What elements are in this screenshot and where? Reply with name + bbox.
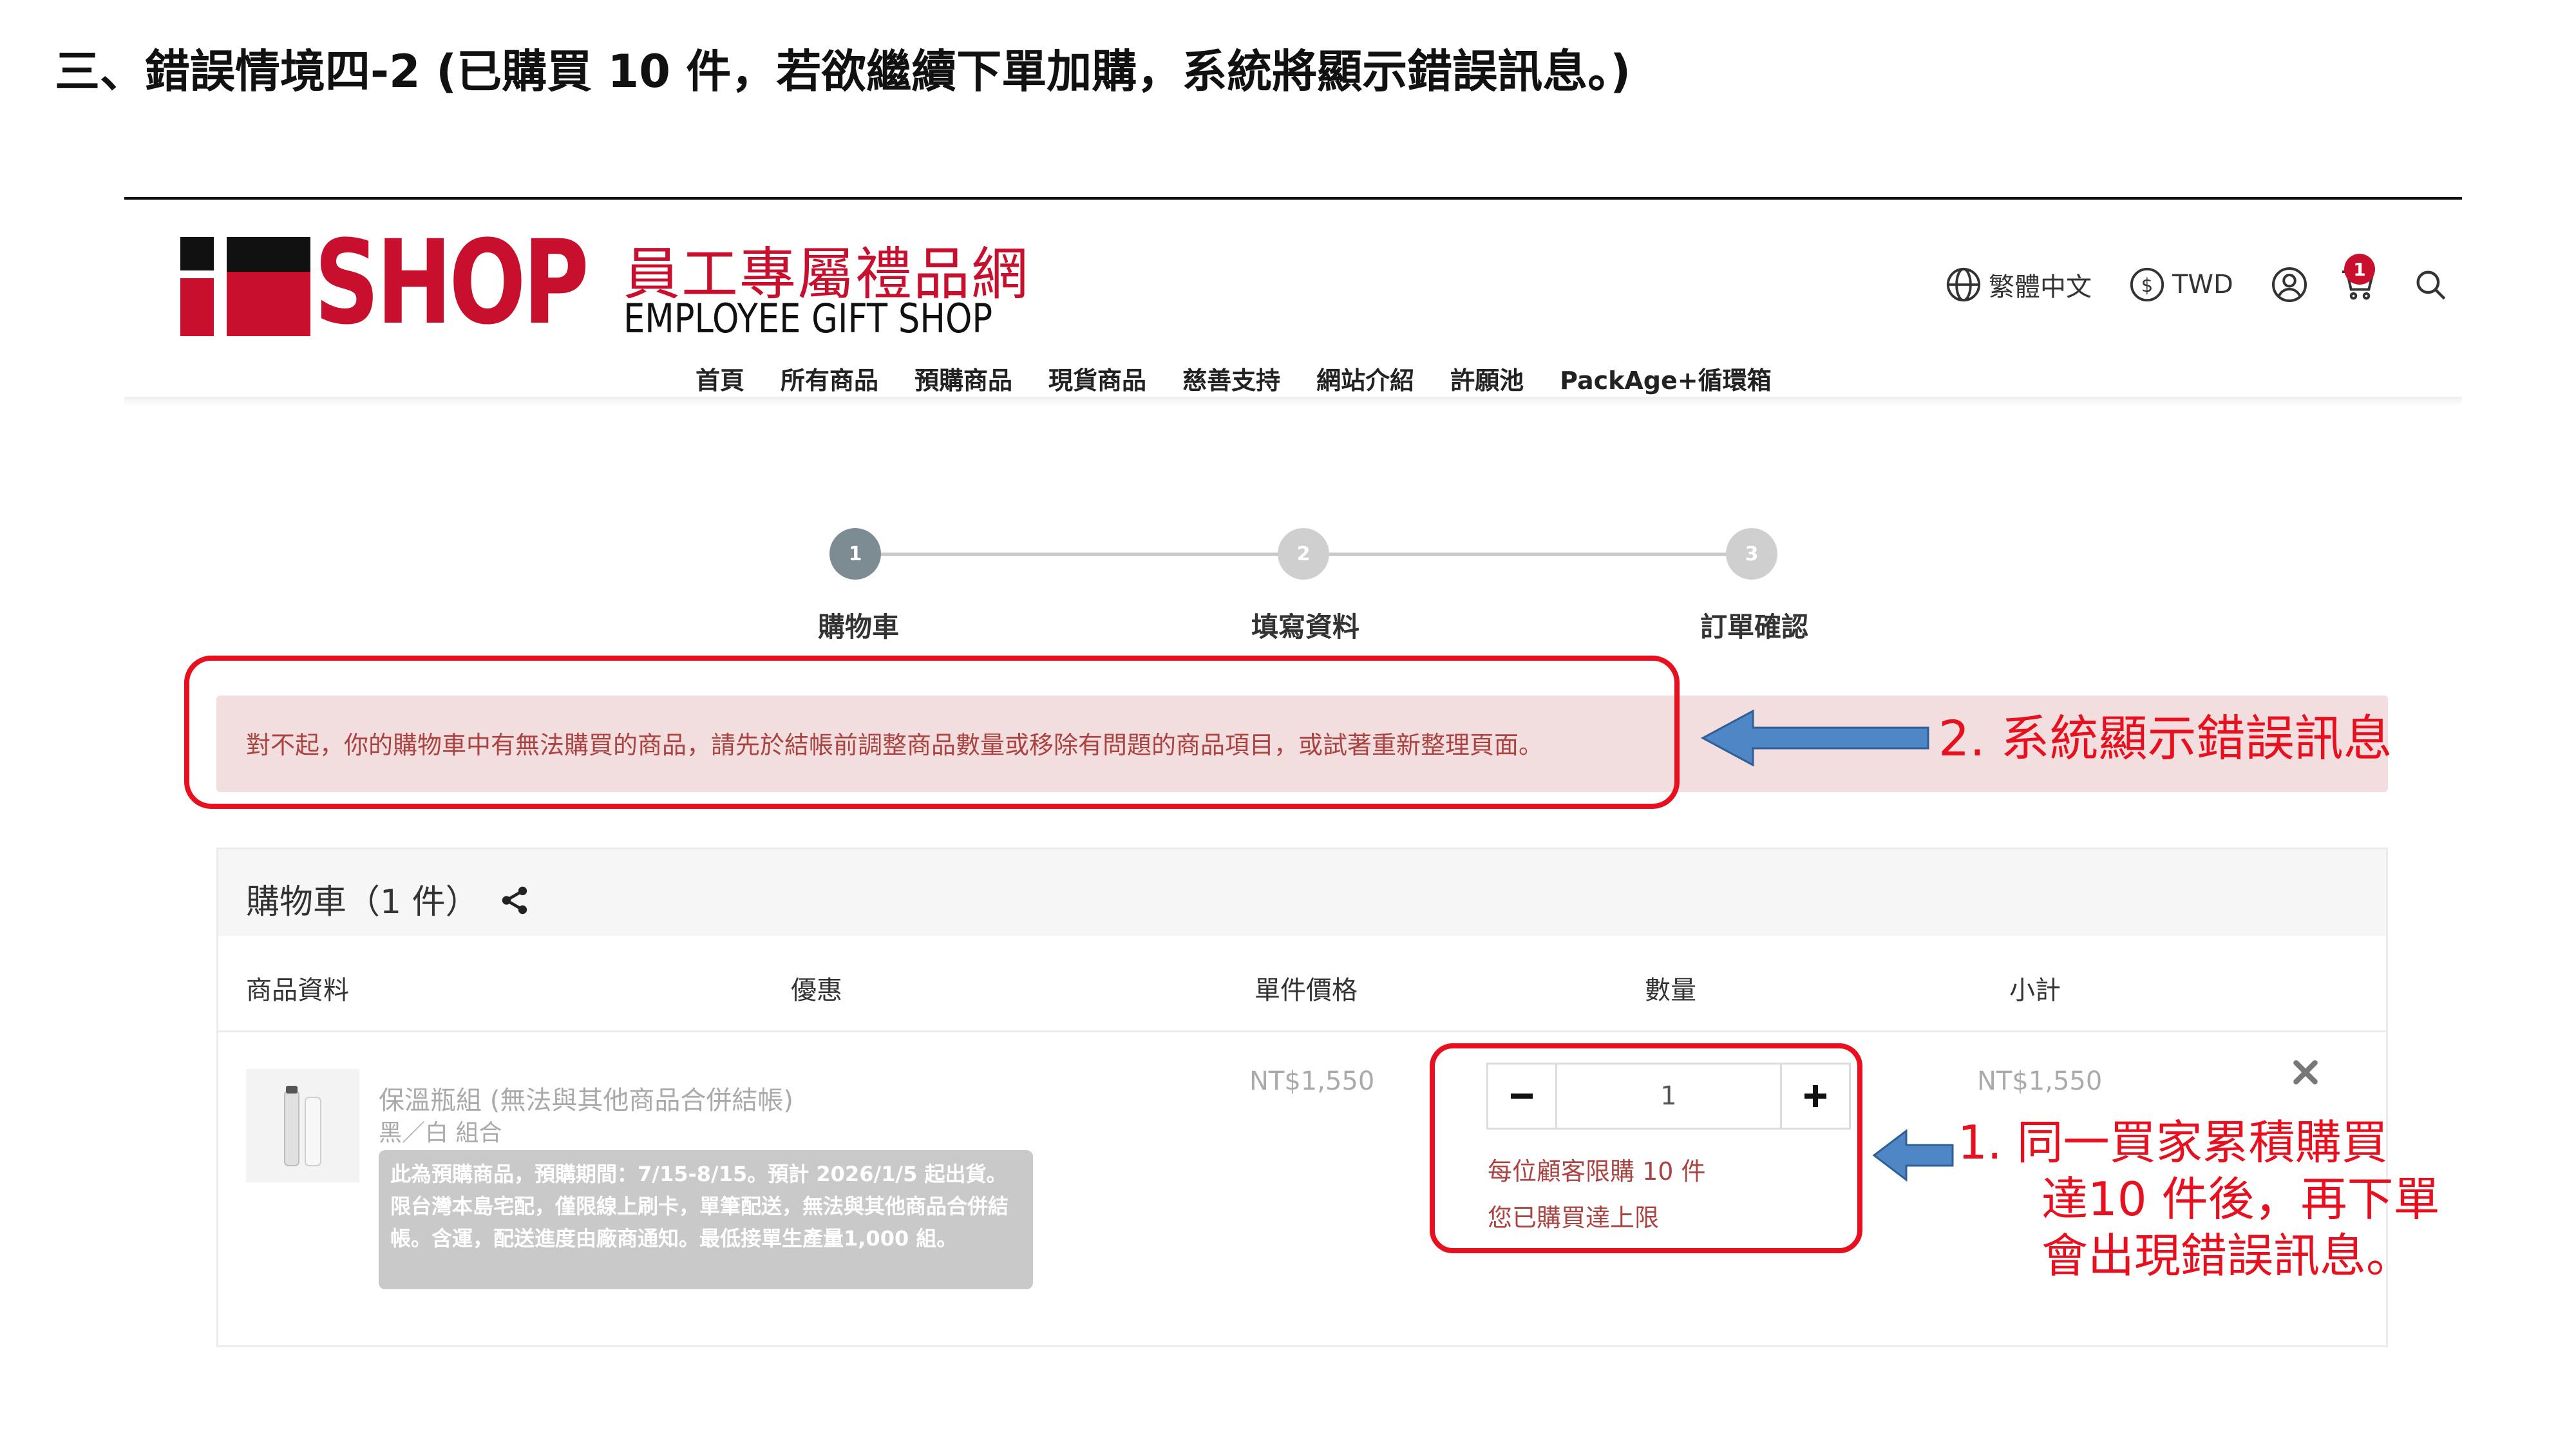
logo-brand-text[interactable]: SHOP (314, 225, 589, 341)
annotation-1-line-2: 達10 件後，再下單 (2041, 1172, 2440, 1226)
logo-i-dot (180, 237, 214, 270)
nav-item-all-products[interactable]: 所有商品 (781, 361, 878, 396)
product-variant: 黑／白 組合 (379, 1120, 502, 1146)
logo-block-top (227, 237, 310, 272)
globe-icon (1945, 266, 1982, 303)
nav-item-wishlist[interactable]: 許願池 (1450, 361, 1524, 396)
language-label: 繁體中文 (1989, 272, 2092, 302)
nav-item-about[interactable]: 網站介紹 (1316, 361, 1414, 396)
divider (124, 197, 2462, 200)
annotation-1: 1. 同一買家累積購買 達10 件後，再下單 會出現錯誤訊息。 (1958, 1114, 2440, 1284)
error-highlight-box (184, 656, 1680, 809)
user-icon (2270, 265, 2309, 304)
cart-title: 購物車（1 件） (246, 875, 531, 925)
column-header-quantity: 數量 (1645, 976, 1696, 1005)
stepper-line (1329, 553, 1756, 556)
column-header-subtotal: 小計 (2009, 976, 2061, 1005)
step-1-label: 購物車 (818, 611, 900, 643)
unit-price: NT$1,550 (1249, 1066, 1375, 1096)
step-2-label: 填寫資料 (1251, 611, 1360, 643)
annotation-1-line-3: 會出現錯誤訊息。 (2041, 1229, 2413, 1283)
bottle-image-icon (284, 1086, 321, 1166)
column-header-product: 商品資料 (246, 976, 349, 1005)
cart-count-badge: 1 (2344, 254, 2375, 285)
nav-item-charity[interactable]: 慈善支持 (1182, 361, 1280, 396)
product-name[interactable]: 保溫瓶組 (無法與其他商品合併結帳) (379, 1079, 793, 1117)
subtotal: NT$1,550 (1977, 1066, 2103, 1096)
quantity-highlight-box (1430, 1043, 1862, 1253)
nav-item-in-stock[interactable]: 現貨商品 (1048, 361, 1146, 396)
currency-selector[interactable]: $ TWD (2128, 265, 2233, 304)
svg-text:$: $ (2141, 274, 2153, 296)
nav-item-preorder[interactable]: 預購商品 (914, 361, 1012, 396)
step-1-dot: 1 (829, 528, 881, 580)
product-note: 此為預購商品，預購期間：7/15-8/15。預計 2026/1/5 起出貨。限台… (379, 1150, 1033, 1289)
step-3-label: 訂單確認 (1700, 611, 1809, 643)
annotation-arrow-icon (1700, 709, 1929, 767)
annotation-arrow-icon (1872, 1128, 1954, 1182)
column-header-discount: 優惠 (791, 976, 842, 1005)
account-button[interactable] (2270, 265, 2309, 304)
product-thumbnail[interactable] (246, 1069, 359, 1182)
stepper-line (881, 553, 1307, 556)
close-icon (2293, 1060, 2318, 1084)
step-2-dot: 2 (1278, 528, 1329, 580)
search-button[interactable] (2412, 265, 2449, 304)
main-nav: 首頁 所有商品 預購商品 現貨商品 慈善支持 網站介紹 許願池 PackAge+… (696, 361, 1772, 396)
language-selector[interactable]: 繁體中文 (1945, 265, 2092, 304)
document-heading: 三、錯誤情境四-2 (已購買 10 件，若欲繼續下單加購，系統將顯示錯誤訊息。) (55, 45, 1631, 98)
share-icon[interactable] (498, 884, 531, 925)
header-divider (218, 1030, 2386, 1032)
search-icon (2412, 266, 2449, 303)
cart-title-text: 購物車（1 件） (246, 883, 479, 922)
cart-panel-header (218, 849, 2386, 936)
logo-i-bar (180, 278, 214, 336)
remove-item-button[interactable] (2291, 1056, 2320, 1095)
column-header-unit-price: 單件價格 (1255, 976, 1358, 1005)
nav-item-package[interactable]: PackAge+循環箱 (1560, 361, 1772, 396)
annotation-2: 2. 系統顯示錯誤訊息 (1938, 710, 2392, 767)
logo-english-name: EMPLOYEE GIFT SHOP (623, 295, 993, 342)
nav-item-home[interactable]: 首頁 (696, 361, 744, 396)
header-shadow (124, 397, 2462, 406)
dollar-icon: $ (2128, 266, 2166, 303)
currency-label: TWD (2172, 270, 2233, 299)
annotation-1-line-1: 1. 同一買家累積購買 (1958, 1115, 2388, 1170)
step-3-dot: 3 (1726, 528, 1777, 580)
